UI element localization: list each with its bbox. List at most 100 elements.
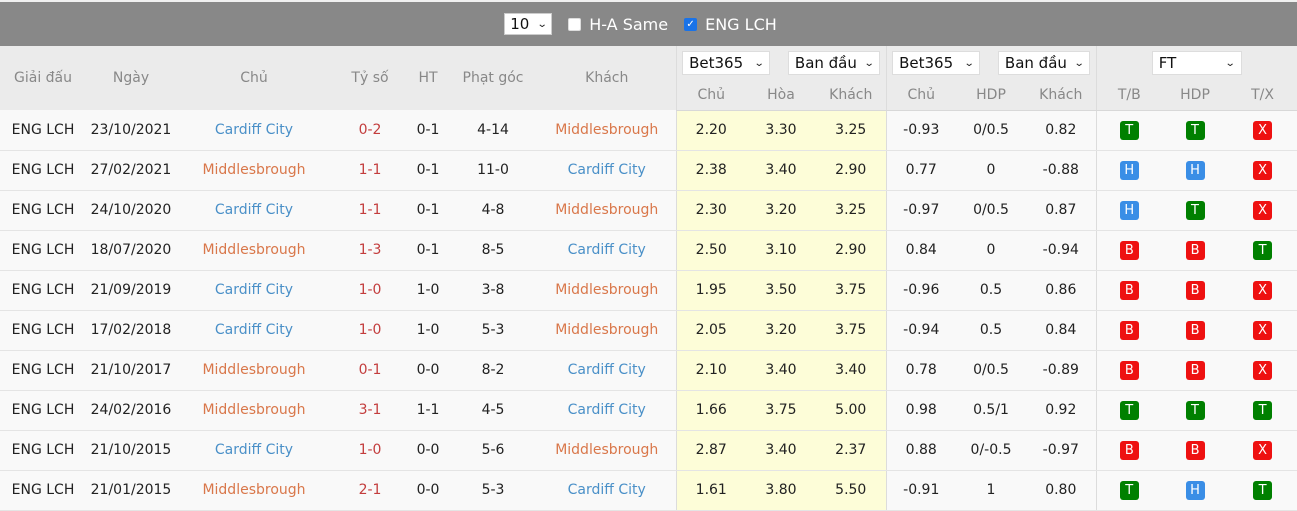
league-cell[interactable]: ENG LCH bbox=[0, 470, 86, 511]
odds2-type-select[interactable]: Ban đầu ⌄ bbox=[997, 51, 1090, 75]
result-tb-badge: T bbox=[1119, 120, 1139, 140]
score-cell[interactable]: 1-1 bbox=[332, 150, 408, 191]
result-hdp-badge: T bbox=[1185, 120, 1205, 140]
league-filter-checkbox[interactable]: ✓ bbox=[684, 17, 698, 31]
home-team-link[interactable]: Cardiff City bbox=[176, 270, 332, 311]
odds-draw-cell: 3.20 bbox=[746, 310, 816, 351]
league-cell[interactable]: ENG LCH bbox=[0, 310, 86, 351]
handicap-home-cell: -0.93 bbox=[885, 110, 957, 151]
header-odds2-home: Chủ bbox=[885, 80, 957, 111]
result-tx-badge: T bbox=[1253, 240, 1273, 260]
result-hdp-cell: T bbox=[1162, 390, 1229, 431]
score-cell[interactable]: 1-0 bbox=[332, 310, 408, 351]
league-cell[interactable]: ENG LCH bbox=[0, 150, 86, 191]
home-team-link[interactable]: Middlesbrough bbox=[176, 470, 332, 511]
handicap-away-cell: 0.92 bbox=[1026, 390, 1097, 431]
ha-same-checkbox[interactable] bbox=[568, 17, 582, 31]
halftime-score-cell: 0-0 bbox=[408, 350, 448, 391]
league-cell[interactable]: ENG LCH bbox=[0, 270, 86, 311]
result-hdp-badge: B bbox=[1185, 360, 1205, 380]
home-team-link[interactable]: Cardiff City bbox=[176, 110, 332, 151]
home-team-link[interactable]: Cardiff City bbox=[176, 310, 332, 351]
odds-draw-cell: 3.10 bbox=[746, 230, 816, 271]
odds1-bookmaker-select[interactable]: Bet365 ⌄ bbox=[682, 51, 771, 75]
halftime-score-cell: 1-1 bbox=[408, 390, 448, 431]
league-filter-label[interactable]: ENG LCH bbox=[705, 15, 777, 34]
home-team-link[interactable]: Middlesbrough bbox=[176, 350, 332, 391]
league-cell[interactable]: ENG LCH bbox=[0, 110, 86, 151]
halftime-score-cell: 1-0 bbox=[408, 270, 448, 311]
result-period-select[interactable]: FT ⌄ bbox=[1151, 51, 1242, 75]
away-team-link[interactable]: Cardiff City bbox=[538, 350, 676, 391]
league-cell[interactable]: ENG LCH bbox=[0, 230, 86, 271]
home-team-link[interactable]: Cardiff City bbox=[176, 430, 332, 471]
result-tb-cell: T bbox=[1095, 470, 1163, 511]
result-tx-badge: X bbox=[1253, 440, 1273, 460]
result-hdp-cell: H bbox=[1162, 150, 1229, 191]
result-tb-badge: T bbox=[1119, 480, 1139, 500]
result-tb-cell: T bbox=[1095, 390, 1163, 431]
score-cell[interactable]: 1-0 bbox=[332, 430, 408, 471]
odds-home-cell: 1.61 bbox=[675, 470, 746, 511]
result-hdp-badge: B bbox=[1185, 240, 1205, 260]
away-team-link[interactable]: Middlesbrough bbox=[538, 270, 676, 311]
corners-cell: 4-14 bbox=[448, 110, 538, 151]
away-team-link[interactable]: Middlesbrough bbox=[538, 430, 676, 471]
handicap-away-cell: 0.87 bbox=[1026, 190, 1097, 231]
away-team-link[interactable]: Cardiff City bbox=[538, 390, 676, 431]
chevron-down-icon: ⌄ bbox=[536, 18, 548, 30]
odds-away-cell: 3.40 bbox=[816, 350, 887, 391]
corners-cell: 11-0 bbox=[448, 150, 538, 191]
odds2-bookmaker-select[interactable]: Bet365 ⌄ bbox=[892, 51, 981, 75]
odds1-type-select[interactable]: Ban đầu ⌄ bbox=[787, 51, 880, 75]
away-team-link[interactable]: Cardiff City bbox=[538, 230, 676, 271]
handicap-home-cell: 0.77 bbox=[885, 150, 957, 191]
checkmark-icon: ✓ bbox=[686, 18, 695, 30]
chevron-down-icon: ⌄ bbox=[1225, 57, 1237, 69]
corners-cell: 8-5 bbox=[448, 230, 538, 271]
odds-draw-cell: 3.50 bbox=[746, 270, 816, 311]
league-cell[interactable]: ENG LCH bbox=[0, 390, 86, 431]
away-team-link[interactable]: Middlesbrough bbox=[538, 310, 676, 351]
handicap-away-cell: 0.80 bbox=[1026, 470, 1097, 511]
ha-same-label[interactable]: H-A Same bbox=[589, 15, 668, 34]
result-tx-badge: X bbox=[1253, 360, 1273, 380]
h2h-table: Giải đấu Ngày Chủ Tỷ số HT Phạt góc Khác… bbox=[0, 46, 1297, 511]
corners-cell: 5-6 bbox=[448, 430, 538, 471]
handicap-line-cell: 0/-0.5 bbox=[956, 430, 1027, 471]
home-team-link[interactable]: Middlesbrough bbox=[176, 150, 332, 191]
away-team-link[interactable]: Middlesbrough bbox=[538, 110, 676, 151]
score-cell[interactable]: 1-3 bbox=[332, 230, 408, 271]
odds-away-cell: 3.75 bbox=[816, 270, 887, 311]
score-cell[interactable]: 1-0 bbox=[332, 270, 408, 311]
league-cell[interactable]: ENG LCH bbox=[0, 350, 86, 391]
away-team-link[interactable]: Cardiff City bbox=[538, 150, 676, 191]
odds-home-cell: 1.66 bbox=[675, 390, 746, 431]
corners-cell: 5-3 bbox=[448, 310, 538, 351]
result-tb-badge: B bbox=[1119, 440, 1139, 460]
score-cell[interactable]: 1-1 bbox=[332, 190, 408, 231]
odds1-selectors: Bet365 ⌄ Ban đầu ⌄ bbox=[675, 46, 887, 80]
score-cell[interactable]: 3-1 bbox=[332, 390, 408, 431]
result-tx-badge: T bbox=[1253, 480, 1273, 500]
chevron-down-icon: ⌄ bbox=[1073, 57, 1085, 69]
result-hdp-badge: B bbox=[1185, 320, 1205, 340]
header-odds2-away: Khách bbox=[1026, 80, 1097, 111]
odds1-type-value: Ban đầu bbox=[794, 54, 857, 72]
league-cell[interactable]: ENG LCH bbox=[0, 190, 86, 231]
home-team-link[interactable]: Middlesbrough bbox=[176, 230, 332, 271]
league-cell[interactable]: ENG LCH bbox=[0, 430, 86, 471]
match-count-select[interactable]: 10 ⌄ bbox=[504, 13, 553, 35]
handicap-line-cell: 0/0.5 bbox=[956, 190, 1027, 231]
score-cell[interactable]: 0-2 bbox=[332, 110, 408, 151]
result-hdp-cell: T bbox=[1162, 110, 1229, 151]
away-team-link[interactable]: Middlesbrough bbox=[538, 190, 676, 231]
home-team-link[interactable]: Cardiff City bbox=[176, 190, 332, 231]
score-cell[interactable]: 2-1 bbox=[332, 470, 408, 511]
away-team-link[interactable]: Cardiff City bbox=[538, 470, 676, 511]
home-team-link[interactable]: Middlesbrough bbox=[176, 390, 332, 431]
odds-draw-cell: 3.40 bbox=[746, 350, 816, 391]
result-tx-cell: X bbox=[1228, 110, 1297, 151]
score-cell[interactable]: 0-1 bbox=[332, 350, 408, 391]
result-tb-badge: B bbox=[1119, 320, 1139, 340]
